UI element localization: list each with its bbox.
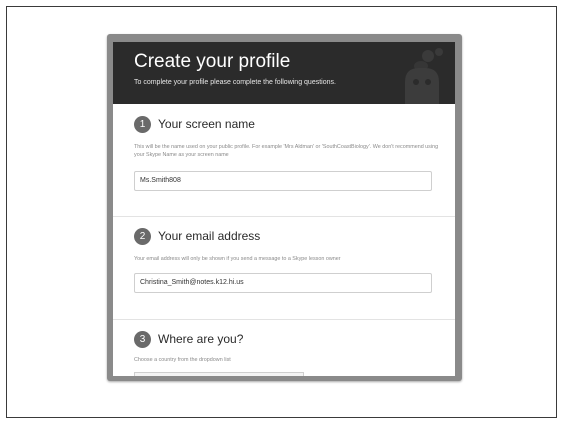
country-dropdown[interactable] [134, 372, 304, 376]
step-number-1: 1 [134, 116, 151, 133]
page-subtitle: To complete your profile please complete… [134, 79, 336, 86]
email-title: Your email address [158, 229, 261, 243]
page-title: Create your profile [134, 51, 291, 72]
mascot-icon [405, 48, 443, 104]
screen-name-help: This will be the name used on your publi… [134, 144, 439, 158]
step-number-2: 2 [134, 228, 151, 245]
email-section: 2 Your email address Your email address … [113, 217, 455, 320]
email-help: Your email address will only be shown if… [134, 256, 341, 262]
location-section: 3 Where are you? Choose a country from t… [113, 320, 455, 376]
profile-header: Create your profile To complete your pro… [113, 42, 455, 104]
location-title: Where are you? [158, 332, 244, 346]
screen-name-section: 1 Your screen name This will be the name… [113, 104, 455, 217]
screen-name-title: Your screen name [158, 117, 255, 131]
step-number-3: 3 [134, 331, 151, 348]
profile-form-card: Create your profile To complete your pro… [113, 42, 455, 376]
location-help: Choose a country from the dropdown list [134, 357, 231, 363]
screen-name-input[interactable]: Ms.Smith808 [134, 171, 432, 191]
email-input[interactable]: Christina_Smith@notes.k12.hi.us [134, 273, 432, 293]
